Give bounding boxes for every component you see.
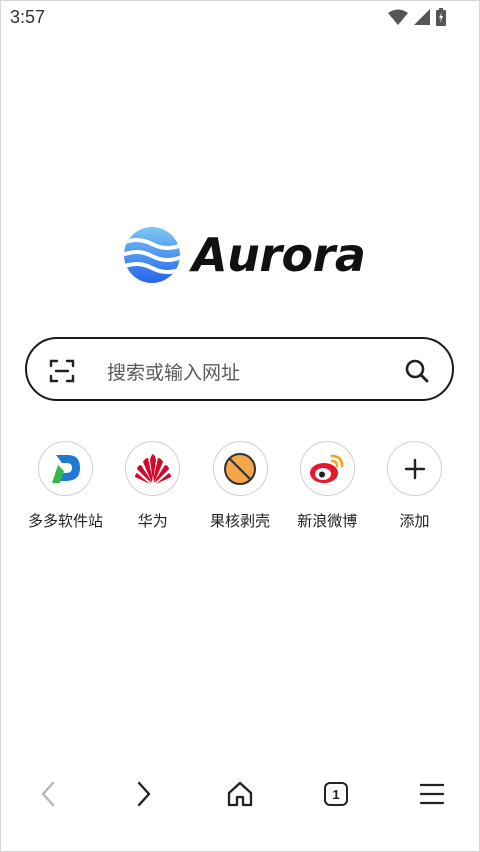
guohe-logo-icon — [224, 452, 256, 485]
shortcut-huawei[interactable]: 华为 — [109, 441, 196, 531]
search-bar[interactable]: 搜索或输入网址 — [25, 337, 454, 401]
brand-name: Aurora — [192, 228, 366, 282]
huawei-logo-icon — [134, 453, 171, 484]
tab-count: 1 — [332, 786, 340, 802]
chevron-left-icon — [41, 781, 55, 807]
shortcut-weibo[interactable]: 新浪微博 — [284, 441, 371, 531]
status-time: 3:57 — [10, 7, 46, 27]
home-icon — [227, 781, 253, 807]
shortcut-add[interactable]: 添加 — [371, 441, 458, 531]
shortcut-guohe[interactable]: 果核剥壳 — [197, 441, 284, 531]
menu-icon — [419, 783, 445, 805]
shortcut-grid: 多多软件站 华为 果核剥壳 新浪微博 添加 — [22, 441, 458, 531]
shortcut-label: 多多软件站 — [27, 512, 103, 530]
status-icons — [388, 8, 446, 26]
shortcut-icon-container[interactable] — [125, 441, 181, 496]
status-bar: 3:57 — [0, 0, 480, 34]
menu-button[interactable] — [416, 778, 448, 810]
scan-icon[interactable] — [49, 358, 75, 384]
shortcut-icon-container[interactable] — [38, 441, 93, 496]
shortcut-label: 华为 — [137, 512, 168, 530]
bottom-toolbar: 1 — [0, 770, 480, 818]
shortcut-label: 添加 — [399, 512, 430, 530]
wifi-icon — [388, 9, 408, 25]
tabs-button[interactable]: 1 — [320, 778, 352, 810]
shortcut-icon-container[interactable] — [212, 441, 268, 496]
back-button[interactable] — [32, 778, 64, 810]
forward-button[interactable] — [128, 778, 160, 810]
chevron-right-icon — [137, 781, 151, 807]
battery-icon — [436, 8, 446, 26]
aurora-logo-icon — [124, 227, 180, 283]
weibo-logo-icon — [310, 454, 344, 483]
cell-signal-icon — [414, 9, 430, 25]
shortcut-duoduo[interactable]: 多多软件站 — [22, 441, 109, 531]
search-input[interactable]: 搜索或输入网址 — [107, 358, 240, 385]
aurora-logo: Aurora — [122, 226, 366, 284]
shortcut-icon-container[interactable] — [299, 441, 355, 496]
tabs-icon: 1 — [324, 782, 348, 806]
duoduo-logo-icon — [51, 454, 80, 483]
shortcut-icon-container[interactable] — [387, 441, 442, 496]
shortcut-label: 新浪微博 — [297, 512, 358, 530]
search-icon[interactable] — [404, 358, 430, 384]
shortcut-label: 果核剥壳 — [209, 512, 270, 530]
plus-icon — [404, 458, 425, 479]
home-button[interactable] — [224, 778, 256, 810]
